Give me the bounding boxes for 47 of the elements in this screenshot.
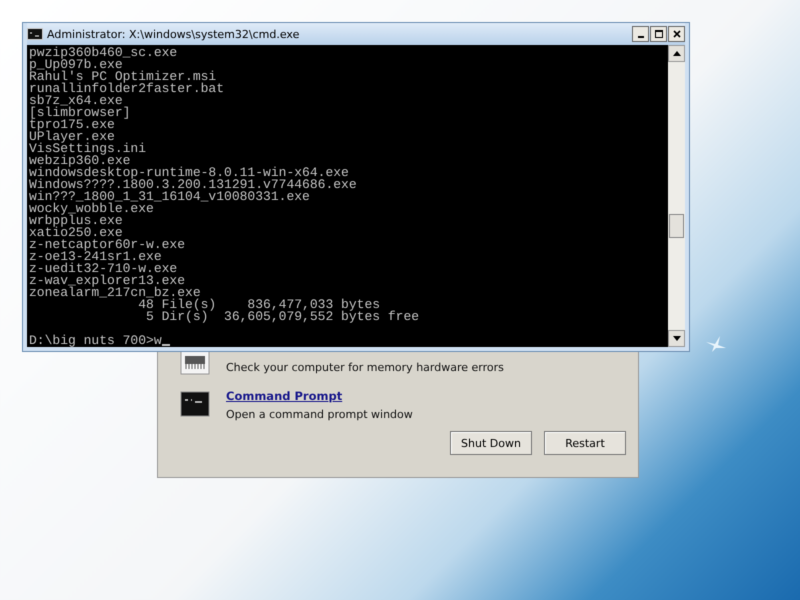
minimize-button[interactable]: [632, 26, 649, 42]
console-line: z-wav_explorer13.exe: [29, 275, 186, 287]
scroll-down-button[interactable]: [668, 330, 685, 347]
console-line: Rahul's PC Optimizer.msi: [29, 71, 216, 83]
console-line: pwzip360b460_sc.exe: [29, 47, 178, 59]
close-icon: [672, 29, 682, 39]
tool-description: Open a command prompt window: [226, 408, 413, 421]
console-line: wrbpplus.exe: [29, 215, 123, 227]
dialog-button[interactable]: Restart: [544, 431, 626, 455]
console-line: 5 Dir(s) 36,605,079,552 bytes free: [145, 311, 420, 323]
scroll-up-button[interactable]: [668, 45, 685, 62]
console-line: webzip360.exe: [29, 155, 130, 167]
close-button[interactable]: [668, 26, 685, 42]
console-line: 48 File(s) 836,477,033 bytes: [138, 299, 382, 311]
console-line: [slimbrowser]: [29, 107, 132, 119]
dialog-button[interactable]: Shut Down: [450, 431, 532, 455]
console-line: zonealarm_217cn_bz.exe: [29, 287, 201, 299]
minimize-icon: [638, 36, 644, 38]
console-line: wocky_wobble.exe: [29, 203, 154, 215]
console-line: UPlayer.exe: [29, 131, 115, 143]
console-line: runallinfolder2faster.bat: [29, 83, 226, 95]
maximize-icon: [654, 29, 664, 39]
console-line: z-oe13-241sr1.exe: [29, 251, 162, 263]
maximize-button[interactable]: [650, 26, 667, 42]
text-cursor: [162, 344, 170, 346]
console-line: tpro175.exe: [29, 119, 115, 131]
console-line: p_Up097b.exe: [29, 59, 123, 71]
console-icon: [27, 28, 43, 40]
command-input[interactable]: w: [154, 335, 162, 347]
console-line: win???_1800_1_31_16104_v10080331.exe: [29, 191, 311, 203]
console-line: xatio250.exe: [29, 227, 123, 239]
scrollbar[interactable]: [668, 45, 685, 347]
tool-link[interactable]: Command Prompt: [226, 389, 413, 403]
tool-description: Check your computer for memory hardware errors: [226, 361, 504, 374]
console-line: z-uedit32-710-w.exe: [29, 263, 178, 275]
scroll-thumb[interactable]: [669, 214, 684, 238]
up-arrow-icon: [672, 51, 680, 56]
memory-chip-icon: [180, 349, 210, 375]
console-line: z-netcaptor60r-w.exe: [29, 239, 186, 251]
window-title: Administrator: X:\windows\system32\cmd.exe: [47, 28, 300, 40]
console-line: windowsdesktop-runtime-8.0.11-win-x64.exe: [29, 167, 349, 179]
console-line: VisSettings.ini: [29, 143, 148, 155]
console-line: Windows????.1800.3.200.131291.v7744686.exe: [29, 179, 358, 191]
command-prompt: D:\big nuts 700>: [29, 335, 154, 347]
down-arrow-icon: [672, 336, 680, 341]
console-icon: [180, 391, 210, 417]
console-line: sb7z_x64.exe: [29, 95, 123, 107]
